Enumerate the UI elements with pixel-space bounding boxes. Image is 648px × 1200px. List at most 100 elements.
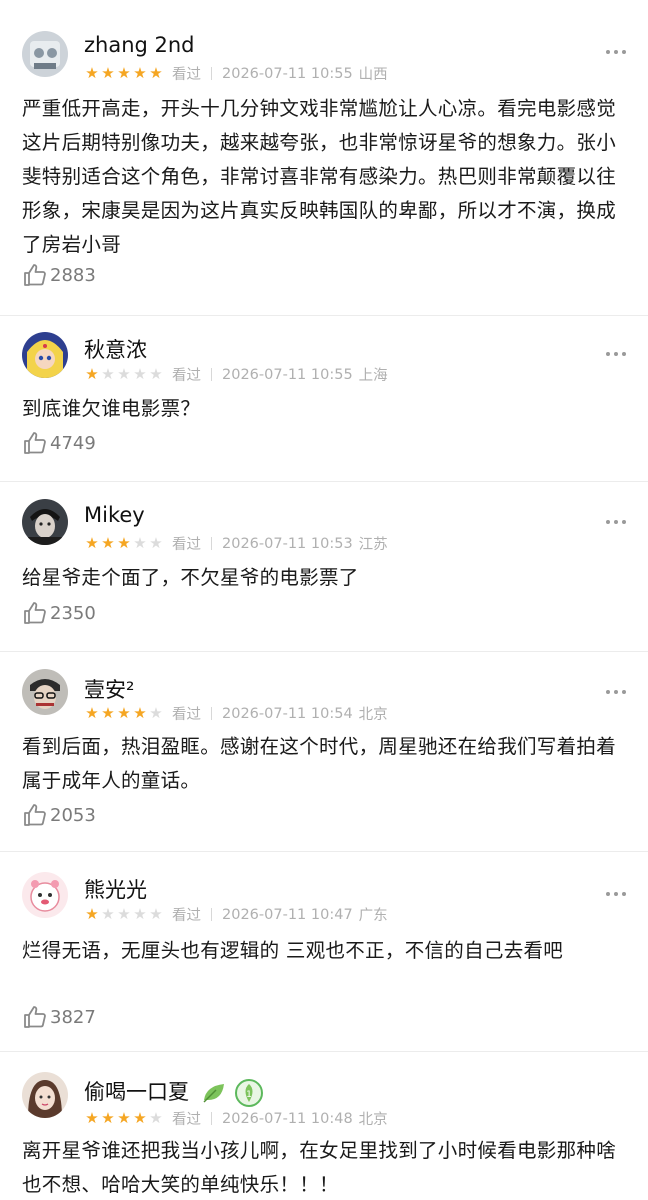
review-date: 2026-07-11 10:55 (222, 366, 353, 383)
divider (211, 67, 212, 80)
like-count: 2883 (50, 264, 96, 286)
star-empty-icon: ★ (149, 905, 163, 923)
username[interactable]: 偷喝一口夏 1 (84, 1076, 264, 1108)
like-button[interactable]: 2350 (22, 600, 96, 626)
watched-label: 看过 (172, 908, 201, 924)
svg-text:1: 1 (246, 1090, 252, 1100)
thumbs-up-icon (24, 804, 46, 826)
divider (211, 537, 212, 550)
username[interactable]: 秋意浓 (84, 334, 147, 364)
username[interactable]: 壹安² (84, 674, 134, 704)
username[interactable]: 熊光光 (84, 874, 147, 904)
user-badges: 1 (202, 1078, 264, 1108)
review-feed: zhang 2nd ★ ★ ★ ★ ★ 看过 2026-07-11 10:55 山西 严… (0, 0, 648, 1200)
star-filled-icon: ★ (85, 905, 99, 923)
star-filled-icon: ★ (101, 64, 115, 82)
like-button[interactable]: 2053 (22, 802, 96, 828)
review-text: 严重低开高走，开头十几分钟文戏非常尴尬让人心凉。看完电影感觉这片后期特别像功夫，… (22, 97, 617, 256)
star-empty-icon: ★ (149, 365, 163, 383)
review-text: 离开星爷谁还把我当小孩儿啊，在女足里找到了小时候看电影那种啥也不想、哈哈大笑的单… (22, 1139, 617, 1196)
watched-label: 看过 (172, 1112, 201, 1128)
review-meta: ★ ★ ★ ★ ★ 看过 2026-07-11 10:53 江苏 (84, 533, 387, 554)
star-filled-icon: ★ (85, 534, 99, 552)
avatar[interactable] (22, 872, 68, 918)
star-filled-icon: ★ (117, 1109, 131, 1127)
thumbs-up-icon (24, 602, 46, 624)
username[interactable]: zhang 2nd (84, 33, 195, 57)
star-filled-icon: ★ (101, 1109, 115, 1127)
divider (211, 1112, 212, 1125)
star-filled-icon: ★ (85, 1109, 99, 1127)
divider (211, 908, 212, 921)
more-options-icon[interactable] (606, 352, 626, 356)
review-date: 2026-07-11 10:47 (222, 906, 353, 923)
star-rating: ★ ★ ★ ★ ★ (84, 907, 164, 922)
more-options-icon[interactable] (606, 50, 626, 54)
star-rating: ★ ★ ★ ★ ★ (84, 1111, 164, 1126)
leaf-icon (203, 1084, 224, 1103)
like-button[interactable]: 2883 (22, 262, 96, 288)
review-date: 2026-07-11 10:55 (222, 65, 353, 82)
avatar[interactable] (22, 31, 68, 77)
star-empty-icon: ★ (149, 704, 163, 722)
review-item: zhang 2nd ★ ★ ★ ★ ★ 看过 2026-07-11 10:55 山西 严… (0, 0, 648, 316)
star-empty-icon: ★ (149, 534, 163, 552)
review-meta: ★ ★ ★ ★ ★ 看过 2026-07-11 10:48 北京 (84, 1108, 387, 1129)
username-text: 偷喝一口夏 (84, 1080, 189, 1104)
review-item: 壹安² ★ ★ ★ ★ ★ 看过 2026-07-11 10:54 北京 看到后面，热泪… (0, 652, 648, 852)
review-item: 熊光光 ★ ★ ★ ★ ★ 看过 2026-07-11 10:47 广东 烂得无语，无厘… (0, 852, 648, 1052)
more-options-icon[interactable] (606, 690, 626, 694)
like-count: 4749 (50, 432, 96, 454)
star-filled-icon: ★ (85, 365, 99, 383)
avatar[interactable] (22, 669, 68, 715)
star-filled-icon: ★ (117, 64, 131, 82)
review-item: 秋意浓 ★ ★ ★ ★ ★ 看过 2026-07-11 10:55 上海 到底谁欠谁电影… (0, 316, 648, 482)
like-count: 3827 (50, 1006, 96, 1028)
star-empty-icon: ★ (133, 534, 147, 552)
divider (211, 707, 212, 720)
review-meta: ★ ★ ★ ★ ★ 看过 2026-07-11 10:55 山西 (84, 63, 388, 84)
review-text: 看到后面，热泪盈眶。感谢在这个时代，周星驰还在给我们写着拍着属于成年人的童话。 (22, 735, 617, 792)
username[interactable]: Mikey (84, 503, 145, 527)
more-options-icon[interactable] (606, 520, 626, 524)
avatar[interactable] (22, 1072, 68, 1118)
star-empty-icon: ★ (133, 905, 147, 923)
star-rating: ★ ★ ★ ★ ★ (84, 536, 164, 551)
review-date: 2026-07-11 10:53 (222, 535, 353, 552)
star-filled-icon: ★ (85, 64, 99, 82)
star-filled-icon: ★ (117, 534, 131, 552)
review-meta: ★ ★ ★ ★ ★ 看过 2026-07-11 10:54 北京 (84, 703, 387, 724)
level-badge-icon: 1 (234, 1079, 263, 1107)
avatar[interactable] (22, 332, 68, 378)
like-button[interactable]: 4749 (22, 430, 96, 456)
divider (211, 368, 212, 381)
thumbs-up-icon (24, 1006, 46, 1028)
star-filled-icon: ★ (101, 704, 115, 722)
star-filled-icon: ★ (149, 64, 163, 82)
star-filled-icon: ★ (117, 704, 131, 722)
star-filled-icon: ★ (85, 704, 99, 722)
review-item: Mikey ★ ★ ★ ★ ★ 看过 2026-07-11 10:53 江苏 给星爷走个… (0, 482, 648, 652)
star-empty-icon: ★ (101, 365, 115, 383)
review-location: 上海 (358, 368, 388, 384)
star-filled-icon: ★ (101, 534, 115, 552)
review-text: 烂得无语，无厘头也有逻辑的 三观也不正，不信的自己去看吧 (22, 939, 564, 962)
like-button[interactable]: 3827 (22, 1004, 96, 1030)
review-item: 偷喝一口夏 1 ★ ★ ★ ★ ★ 看过 2026-07-11 10:48 北京 离开星… (0, 1052, 648, 1200)
star-empty-icon: ★ (133, 365, 147, 383)
review-location: 广东 (358, 908, 388, 924)
watched-label: 看过 (172, 67, 201, 83)
thumbs-up-icon (24, 432, 46, 454)
avatar[interactable] (22, 499, 68, 545)
star-empty-icon: ★ (149, 1109, 163, 1127)
like-count: 2350 (50, 602, 96, 624)
watched-label: 看过 (172, 537, 201, 553)
star-rating: ★ ★ ★ ★ ★ (84, 706, 164, 721)
like-count: 2053 (50, 804, 96, 826)
review-date: 2026-07-11 10:48 (222, 1110, 353, 1127)
more-options-icon[interactable] (606, 892, 626, 896)
star-filled-icon: ★ (133, 1109, 147, 1127)
review-location: 山西 (358, 67, 388, 83)
review-text: 给星爷走个面了，不欠星爷的电影票了 (22, 566, 359, 589)
star-rating: ★ ★ ★ ★ ★ (84, 66, 164, 81)
